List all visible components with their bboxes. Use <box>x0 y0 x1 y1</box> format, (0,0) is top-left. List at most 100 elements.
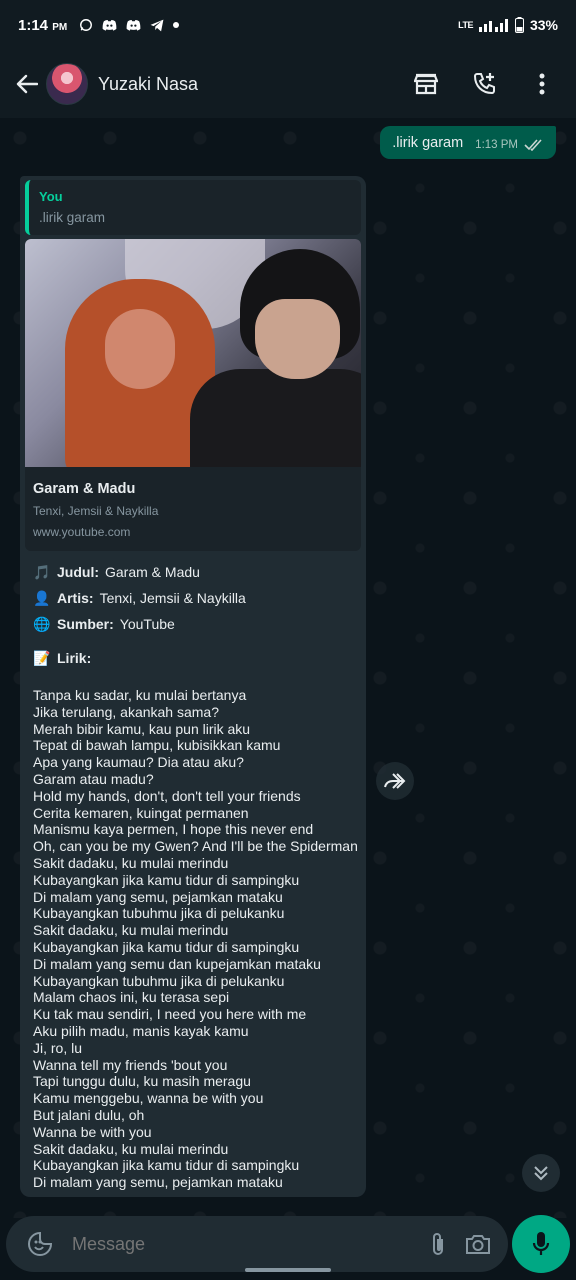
attach-button[interactable] <box>418 1224 458 1264</box>
lyric-line: Manismu kaya permen, I hope this never e… <box>33 821 314 838</box>
info-artis: 👤 Artis: Tenxi, Jemsii & Naykilla <box>33 589 355 607</box>
forward-icon <box>384 773 406 789</box>
emoji-sticker-icon <box>28 1231 53 1256</box>
lyric-line: Tapi tunggu dulu, ku masih meragu <box>33 1073 251 1090</box>
link-thumbnail[interactable] <box>25 239 361 467</box>
more-options-button[interactable] <box>524 66 560 102</box>
forward-button[interactable] <box>376 762 414 800</box>
lyric-line: Kubayangkan tubuhmu jika di pelukanku <box>33 972 285 989</box>
lyric-line: Kubayangkan jika kamu tidur di sampingku <box>33 938 300 955</box>
lyric-line: Kubayangkan tubuhmu jika di pelukanku <box>33 905 285 922</box>
link-domain: www.youtube.com <box>33 525 131 539</box>
voice-message-button[interactable] <box>512 1215 570 1273</box>
shop-icon <box>414 73 438 95</box>
lyric-line: Sakit dadaku, ku mulai merindu <box>33 1140 229 1157</box>
outgoing-message-text: .lirik garam <box>392 135 464 151</box>
add-call-icon <box>473 73 495 95</box>
message-input[interactable] <box>72 1224 418 1264</box>
memo-icon: 📝 <box>33 649 51 666</box>
lyric-line: Apa yang kaumau? Dia atau aku? <box>33 754 244 771</box>
link-info: Garam & Madu Tenxi, Jemsii & Naykilla ww… <box>25 467 361 551</box>
info-value: Garam & Madu <box>105 563 200 580</box>
info-value: Tenxi, Jemsii & Naykilla <box>99 589 246 606</box>
lyric-line: Di malam yang semu, pejamkan mataku <box>33 888 283 905</box>
lyrics-heading: 📝 Lirik: <box>33 649 355 667</box>
lyric-line: Cerita kemaren, kuingat permanen <box>33 804 249 821</box>
chat-area[interactable]: .lirik garam 1:13 PM You .lirik garam Ga… <box>0 118 576 1218</box>
notification-icons <box>79 18 180 32</box>
quote-text: .lirik garam <box>39 210 106 225</box>
call-button[interactable] <box>466 66 502 102</box>
lyric-line: Di malam yang semu, pejamkan mataku <box>33 1174 283 1191</box>
info-judul: 🎵 Judul: Garam & Madu <box>33 563 355 581</box>
link-subtitle: Tenxi, Jemsii & Naykilla <box>33 504 159 518</box>
status-right: LTE 33% <box>458 17 558 33</box>
person-icon: 👤 <box>33 589 51 606</box>
arrow-left-icon <box>16 74 38 94</box>
microphone-icon <box>532 1232 550 1255</box>
contact-avatar[interactable] <box>46 63 88 105</box>
discord-icon <box>102 20 117 31</box>
paperclip-icon <box>433 1233 443 1255</box>
lyric-line: Tanpa ku sadar, ku mulai bertanya <box>33 687 247 703</box>
back-button[interactable] <box>10 64 44 104</box>
lyric-line: Merah bibir kamu, kau pun lirik aku <box>33 720 251 737</box>
home-indicator <box>245 1268 331 1272</box>
message-time: 1:13 PM <box>475 139 518 151</box>
header-actions <box>408 66 566 102</box>
battery-percent: 33% <box>529 17 558 33</box>
shop-button[interactable] <box>408 66 444 102</box>
scroll-to-bottom-button[interactable] <box>522 1154 560 1192</box>
globe-icon: 🌐 <box>33 615 51 632</box>
lyric-line: Malam chaos ini, ku terasa sepi <box>33 989 230 1006</box>
more-vert-icon <box>539 73 545 95</box>
link-preview-card[interactable]: Garam & Madu Tenxi, Jemsii & Naykilla ww… <box>25 239 361 551</box>
lyric-line: Di malam yang semu dan kupejamkan mataku <box>33 955 321 972</box>
info-label: Sumber: <box>57 615 114 632</box>
lyric-line: Wanna tell my friends 'bout you <box>33 1056 228 1073</box>
message-meta: 1:13 PM <box>475 139 544 151</box>
signal-icon <box>478 19 508 32</box>
lyric-line: Sakit dadaku, ku mulai merindu <box>33 922 229 939</box>
incoming-message[interactable]: You .lirik garam Garam & Madu Tenxi, Jem… <box>20 176 366 1197</box>
info-value: YouTube <box>119 615 175 632</box>
lyric-line: Tepat di bawah lampu, kubisikkan kamu <box>33 737 281 754</box>
contact-name[interactable]: Yuzaki Nasa <box>98 74 198 95</box>
lyric-line: Oh, can you be my Gwen? And I'll be the … <box>33 838 358 855</box>
battery-icon <box>514 17 524 33</box>
lyric-line: Jika terulang, akankah sama? <box>33 703 219 720</box>
double-chevron-down-icon <box>534 1166 548 1181</box>
link-title: Garam & Madu <box>33 481 136 497</box>
message-composer <box>6 1216 508 1272</box>
camera-button[interactable] <box>458 1224 498 1264</box>
lyric-line: Kubayangkan jika kamu tidur di sampingku <box>33 871 300 888</box>
status-bar: 1:14 PM LTE 33% <box>0 0 576 50</box>
double-check-icon <box>524 139 542 151</box>
telegram-icon <box>150 19 164 31</box>
outgoing-message[interactable]: .lirik garam 1:13 PM <box>380 126 556 159</box>
info-label: Judul: <box>57 563 99 580</box>
lyric-line: Ku tak mau sendiri, I need you here with… <box>33 1006 307 1023</box>
dot-icon <box>173 22 180 28</box>
info-label: Artis: <box>57 589 94 606</box>
lyric-line: Aku pilih madu, manis kayak kamu <box>33 1022 249 1039</box>
camera-icon <box>466 1235 490 1254</box>
lyric-line: But jalani dulu, oh <box>33 1106 145 1123</box>
info-sumber: 🌐 Sumber: YouTube <box>33 615 355 633</box>
network-type: LTE <box>458 20 473 30</box>
lyrics-heading-label: Lirik: <box>57 649 92 666</box>
lyrics-block: Tanpa ku sadar, ku mulai bertanya Jika te… <box>33 687 358 1191</box>
lyric-line: Kubayangkan jika kamu tidur di sampingku <box>33 1157 300 1174</box>
quote-author: You <box>39 189 63 204</box>
quoted-message[interactable]: You .lirik garam <box>25 180 361 235</box>
emoji-button[interactable] <box>20 1224 60 1264</box>
chat-header: Yuzaki Nasa <box>0 50 576 118</box>
lyric-line: Kamu menggebu, wanna be with you <box>33 1090 264 1107</box>
lyric-line: Hold my hands, don't, don't tell your fr… <box>33 787 301 804</box>
lyric-line: Ji, ro, lu <box>33 1039 83 1056</box>
message-body: 🎵 Judul: Garam & Madu 👤 Artis: Tenxi, Je… <box>25 551 361 1191</box>
status-time: 1:14 PM <box>18 16 68 34</box>
music-note-icon: 🎵 <box>33 563 51 580</box>
whatsapp-chat-screen: 1:14 PM LTE 33% Yuzaki Nasa .lirik garam… <box>0 0 576 1280</box>
lyric-line: Garam atau madu? <box>33 770 154 787</box>
